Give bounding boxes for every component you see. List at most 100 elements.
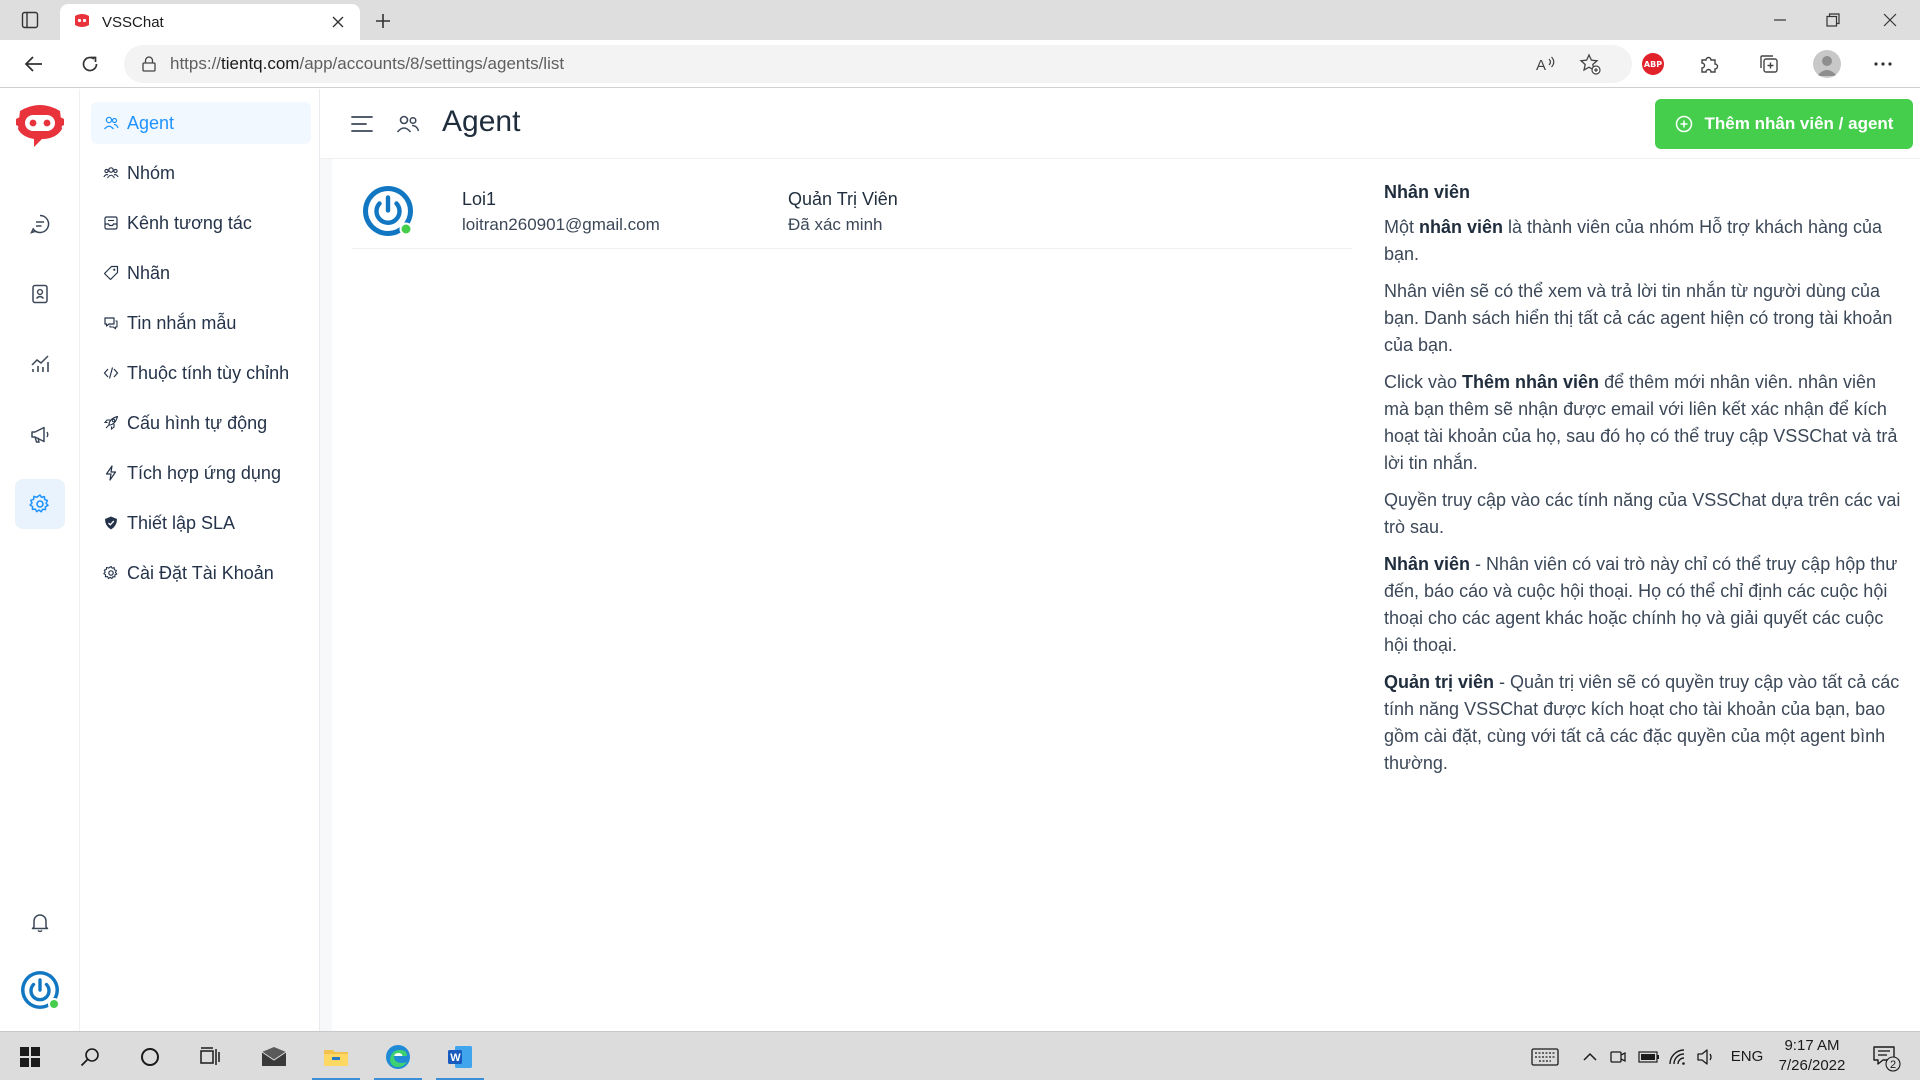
task-view-button[interactable] [186, 1032, 234, 1080]
word-app-button[interactable]: W [436, 1032, 484, 1080]
users-icon [103, 115, 119, 131]
vsschat-logo-icon [16, 105, 64, 147]
agents-header-icon [394, 110, 422, 138]
url-path: /app/accounts/8/settings/agents/list [299, 54, 565, 73]
sidebar-item-custom-attributes[interactable]: Thuộc tính tùy chỉnh [91, 352, 311, 394]
sidebar-item-automation[interactable]: Cấu hình tự động [91, 402, 311, 444]
inbox-icon [103, 215, 119, 231]
campaigns-nav-button[interactable] [15, 409, 65, 459]
back-button[interactable] [18, 48, 50, 80]
add-favorite-button[interactable] [1574, 48, 1606, 80]
restore-icon [1826, 13, 1840, 27]
help-paragraph-2: Nhân viên sẽ có thể xem và trả lời tin n… [1384, 281, 1893, 355]
close-tab-icon[interactable] [328, 12, 348, 32]
webcam-icon [1610, 1050, 1626, 1063]
sidebar-item-label: Tích hợp ứng dụng [127, 462, 281, 483]
lock-icon [142, 56, 156, 72]
browser-menu-button[interactable] [1866, 48, 1900, 80]
users-icon [396, 115, 420, 133]
sidebar-item-inboxes[interactable]: Kênh tương tác [91, 202, 311, 244]
svg-text:A: A [1536, 57, 1546, 74]
rocket-icon [103, 415, 119, 431]
toggle-sidebar-button[interactable] [348, 110, 376, 138]
sidebar-item-account-settings[interactable]: Cài Đặt Tài Khoản [91, 552, 311, 594]
volume-tray-button[interactable] [1694, 1032, 1718, 1080]
page-header: Agent Thêm nhân viên / agent [320, 89, 1920, 159]
touch-keyboard-button[interactable] [1528, 1032, 1562, 1080]
power-avatar-icon [21, 971, 60, 1010]
sidebar-item-label: Tin nhắn mẫu [127, 312, 237, 333]
network-tray-button[interactable] [1666, 1032, 1690, 1080]
sidebar-item-teams[interactable]: Nhóm [91, 152, 311, 194]
vsschat-logo[interactable] [12, 101, 68, 149]
adblock-icon: ABP [1642, 53, 1664, 75]
collections-icon [1760, 55, 1778, 73]
mail-app-button[interactable] [250, 1032, 298, 1080]
help-title: Nhân viên [1384, 182, 1471, 202]
agent-name: Loi1 [462, 189, 497, 209]
contacts-nav-button[interactable] [15, 269, 65, 319]
agent-role: Quản Trị Viên [788, 189, 898, 209]
close-icon [1883, 13, 1897, 27]
sidebar-item-sla[interactable]: Thiết lập SLA [91, 502, 311, 544]
collections-button[interactable] [1752, 48, 1786, 80]
agent-email: loitran260901@gmail.com [462, 215, 660, 234]
battery-icon [1638, 1050, 1659, 1063]
flash-icon [103, 465, 119, 481]
reports-nav-button[interactable] [15, 339, 65, 389]
taskbar-clock[interactable]: 9:17 AM 7/26/2022 [1762, 1036, 1862, 1076]
start-button[interactable] [6, 1032, 54, 1080]
new-tab-button[interactable] [368, 6, 398, 36]
mail-icon [261, 1046, 287, 1066]
settings-sidebar: Agent Nhóm Kênh tương tác Nhãn Tin nhắn … [80, 89, 320, 1031]
contacts-book-icon [32, 284, 48, 304]
wifi-icon [1669, 1048, 1685, 1065]
sidebar-item-label: Kênh tương tác [127, 212, 252, 233]
tab-actions-button[interactable] [0, 0, 60, 40]
sidebar-item-integrations[interactable]: Tích hợp ứng dụng [91, 452, 311, 494]
sidebar-item-label: Agent [127, 112, 175, 133]
search-button[interactable] [66, 1032, 114, 1080]
sidebar-item-label: Cài Đặt Tài Khoản [127, 562, 274, 583]
camera-tray-button[interactable] [1606, 1032, 1630, 1080]
close-window-button[interactable] [1860, 0, 1920, 40]
vsschat-favicon-icon [75, 14, 89, 27]
minimize-window-button[interactable] [1750, 0, 1810, 40]
settings-nav-button[interactable] [15, 479, 65, 529]
profile-button[interactable] [1810, 48, 1844, 80]
cortana-button[interactable] [126, 1032, 174, 1080]
file-explorer-button[interactable] [312, 1032, 360, 1080]
megaphone-icon [31, 426, 49, 443]
help-paragraph-6: Quản trị viên - Quản trị viên sẽ có quyề… [1384, 672, 1900, 773]
notifications-nav-button[interactable] [15, 897, 65, 947]
tab-title: VSSChat [102, 13, 164, 31]
agents-content: Loi1 loitran260901@gmail.com Quản Trị Vi… [332, 159, 1920, 1031]
menu-icon [351, 116, 373, 132]
action-center-button[interactable]: 2 [1866, 1032, 1906, 1080]
chat-bubble-icon [30, 214, 50, 234]
add-agent-button[interactable]: Thêm nhân viên / agent [1655, 99, 1913, 149]
current-user-avatar[interactable] [19, 969, 61, 1011]
show-hidden-icons-button[interactable] [1578, 1032, 1602, 1080]
browser-tab-bar: VSSChat [0, 0, 1920, 40]
edge-browser-button[interactable] [374, 1032, 422, 1080]
keyboard-icon [1531, 1047, 1559, 1066]
sidebar-item-agent[interactable]: Agent [91, 102, 311, 144]
browser-tab[interactable]: VSSChat [60, 4, 360, 40]
url-input[interactable]: https://tientq.com/app/accounts/8/settin… [124, 45, 1632, 83]
gear-icon [29, 494, 49, 513]
restore-window-button[interactable] [1803, 0, 1863, 40]
add-agent-button-label: Thêm nhân viên / agent [1704, 114, 1894, 133]
conversations-nav-button[interactable] [15, 199, 65, 249]
primary-nav-rail [0, 89, 80, 1031]
refresh-button[interactable] [74, 48, 106, 80]
read-aloud-button[interactable]: A [1530, 48, 1562, 80]
adblock-extension-button[interactable]: ABP [1636, 48, 1670, 80]
star-plus-icon [1579, 53, 1601, 75]
chat-template-icon [103, 315, 119, 331]
battery-tray-button[interactable] [1636, 1032, 1662, 1080]
help-paragraph-3: Click vào Thêm nhân viên để thêm mới nhâ… [1384, 372, 1898, 473]
extensions-button[interactable] [1692, 48, 1726, 80]
sidebar-item-labels[interactable]: Nhãn [91, 252, 311, 294]
sidebar-item-canned-responses[interactable]: Tin nhắn mẫu [91, 302, 311, 344]
